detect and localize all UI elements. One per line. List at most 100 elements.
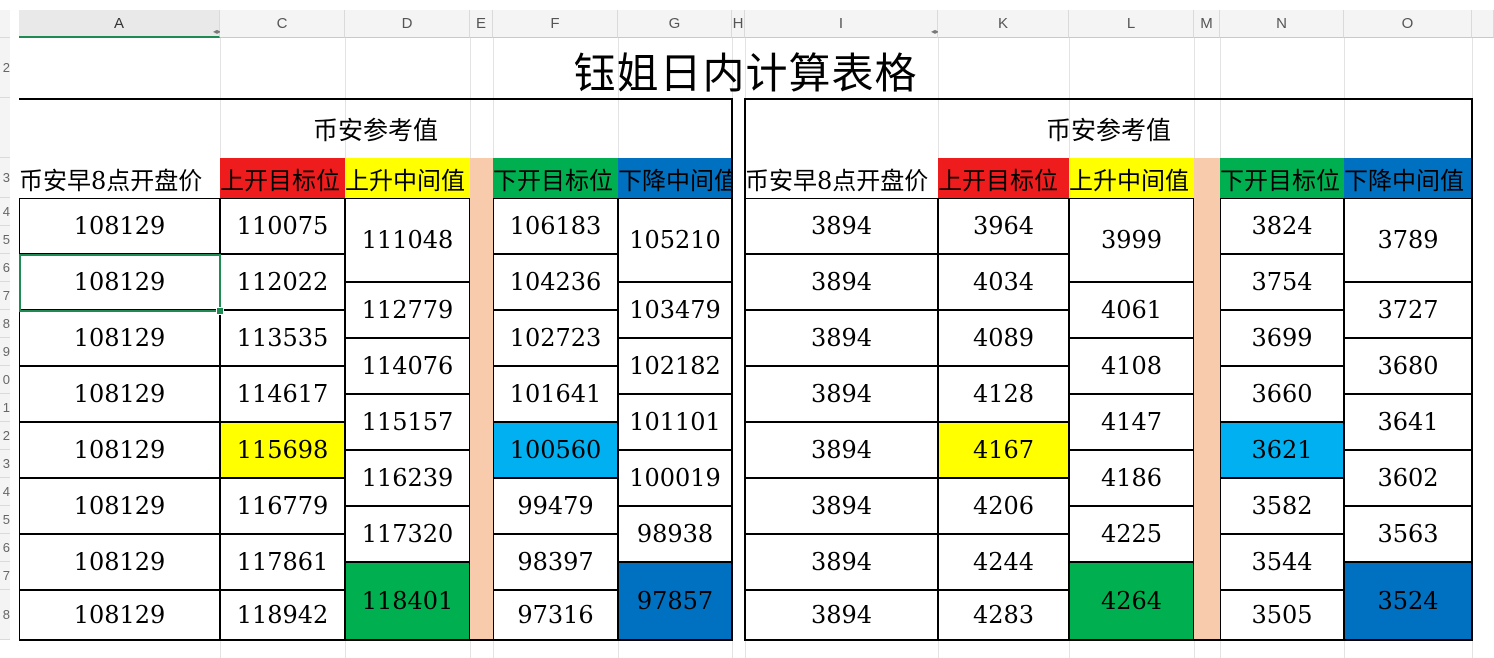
selected-cell[interactable]	[19, 254, 221, 312]
down-mid-cell[interactable]: 3563	[1344, 506, 1472, 562]
open-price-cell[interactable]: 3894	[745, 590, 938, 640]
open-price-cell[interactable]: 108129	[19, 478, 220, 534]
open-price-cell[interactable]: 108129	[19, 198, 220, 254]
up-target-cell[interactable]: 4128	[938, 366, 1069, 422]
row-header[interactable]: 2	[0, 422, 10, 450]
down-target-cell[interactable]: 3699	[1220, 310, 1344, 366]
col-header-I[interactable]: I	[745, 10, 938, 38]
open-price-cell[interactable]: 3894	[745, 478, 938, 534]
down-target-cell[interactable]: 104236	[493, 254, 618, 310]
up-mid-cell[interactable]: 111048	[345, 198, 470, 282]
header-open-price[interactable]: 币安早8点开盘价	[19, 158, 220, 198]
row-header[interactable]: 5	[0, 226, 10, 254]
down-target-cell[interactable]: 3621	[1220, 422, 1344, 478]
down-mid-cell[interactable]: 98938	[618, 506, 732, 562]
up-target-cell[interactable]: 4089	[938, 310, 1069, 366]
down-mid-cell[interactable]: 3789	[1344, 198, 1472, 282]
header-up-mid[interactable]: 上升中间值	[1069, 158, 1194, 198]
up-target-cell[interactable]: 4167	[938, 422, 1069, 478]
row-header[interactable]: 7	[0, 562, 10, 590]
header-up-target[interactable]: 上开目标位	[938, 158, 1069, 198]
up-mid-cell[interactable]: 112779	[345, 282, 470, 338]
row-header[interactable]: 9	[0, 338, 10, 366]
open-price-cell[interactable]: 108129	[19, 534, 220, 590]
up-mid-cell[interactable]: 3999	[1069, 198, 1194, 282]
down-target-cell[interactable]: 102723	[493, 310, 618, 366]
spreadsheet[interactable]: A ◂▸ C D E F G H I ◂▸ K L M N O 23456789…	[0, 0, 1494, 658]
down-mid-cell[interactable]: 3727	[1344, 282, 1472, 338]
down-target-cell[interactable]: 3754	[1220, 254, 1344, 310]
down-target-cell[interactable]: 101641	[493, 366, 618, 422]
up-target-cell[interactable]: 115698	[220, 422, 345, 478]
up-target-cell[interactable]: 4206	[938, 478, 1069, 534]
up-mid-cell[interactable]: 114076	[345, 338, 470, 394]
open-price-cell[interactable]: 108129	[19, 366, 220, 422]
up-target-cell[interactable]: 114617	[220, 366, 345, 422]
open-price-cell[interactable]: 3894	[745, 366, 938, 422]
down-target-cell[interactable]: 100560	[493, 422, 618, 478]
col-header-K[interactable]: K	[938, 10, 1069, 38]
row-header[interactable]: 3	[0, 158, 10, 198]
header-down-mid[interactable]: 下降中间值	[1344, 158, 1472, 198]
row-header[interactable]: 3	[0, 450, 10, 478]
up-target-cell[interactable]: 112022	[220, 254, 345, 310]
down-target-cell[interactable]: 3505	[1220, 590, 1344, 640]
col-header-G[interactable]: G	[618, 10, 732, 38]
row-header[interactable]	[0, 10, 10, 38]
col-header-O[interactable]: O	[1344, 10, 1472, 38]
open-price-cell[interactable]: 3894	[745, 254, 938, 310]
row-header[interactable]: 7	[0, 282, 10, 310]
header-down-target[interactable]: 下开目标位	[1220, 158, 1344, 198]
header-down-mid[interactable]: 下降中间值	[618, 158, 732, 198]
row-header[interactable]: 6	[0, 254, 10, 282]
down-mid-cell[interactable]: 102182	[618, 338, 732, 394]
col-header-A[interactable]: A	[19, 10, 220, 38]
col-header-H[interactable]: H	[732, 10, 745, 38]
sheet-title[interactable]: 钰姐日内计算表格	[19, 42, 1472, 98]
open-price-cell[interactable]: 3894	[745, 198, 938, 254]
down-mid-cell[interactable]: 97857	[618, 562, 732, 640]
down-mid-cell[interactable]: 3641	[1344, 394, 1472, 450]
up-target-cell[interactable]: 117861	[220, 534, 345, 590]
down-mid-cell[interactable]: 3524	[1344, 562, 1472, 640]
fill-handle[interactable]	[216, 307, 224, 315]
down-mid-cell[interactable]: 103479	[618, 282, 732, 338]
row-header[interactable]: 1	[0, 394, 10, 422]
up-target-cell[interactable]: 4034	[938, 254, 1069, 310]
down-mid-cell[interactable]: 100019	[618, 450, 732, 506]
down-target-cell[interactable]: 3544	[1220, 534, 1344, 590]
col-header-M[interactable]: M	[1194, 10, 1220, 38]
up-target-cell[interactable]: 110075	[220, 198, 345, 254]
up-mid-cell[interactable]: 115157	[345, 394, 470, 450]
up-target-cell[interactable]: 113535	[220, 310, 345, 366]
open-price-cell[interactable]: 3894	[745, 422, 938, 478]
row-header[interactable]: 4	[0, 198, 10, 226]
open-price-cell[interactable]: 108129	[19, 422, 220, 478]
up-mid-cell[interactable]: 4264	[1069, 562, 1194, 640]
down-mid-cell[interactable]: 3680	[1344, 338, 1472, 394]
down-target-cell[interactable]: 106183	[493, 198, 618, 254]
up-mid-cell[interactable]: 4186	[1069, 450, 1194, 506]
section-title[interactable]: 币安参考值	[19, 100, 732, 158]
row-header[interactable]: 8	[0, 310, 10, 338]
down-mid-cell[interactable]: 105210	[618, 198, 732, 282]
up-mid-cell[interactable]: 4147	[1069, 394, 1194, 450]
col-header-F[interactable]: F	[493, 10, 618, 38]
row-header[interactable]: 2	[0, 38, 10, 98]
open-price-cell[interactable]: 3894	[745, 310, 938, 366]
down-target-cell[interactable]: 3582	[1220, 478, 1344, 534]
header-open-price[interactable]: 币安早8点开盘价	[745, 158, 938, 198]
header-up-mid[interactable]: 上升中间值	[345, 158, 470, 198]
row-header[interactable]	[0, 98, 10, 158]
up-mid-cell[interactable]: 4225	[1069, 506, 1194, 562]
down-target-cell[interactable]: 97316	[493, 590, 618, 640]
up-target-cell[interactable]: 4283	[938, 590, 1069, 640]
down-mid-cell[interactable]: 101101	[618, 394, 732, 450]
open-price-cell[interactable]: 108129	[19, 590, 220, 640]
down-target-cell[interactable]: 99479	[493, 478, 618, 534]
down-mid-cell[interactable]: 3602	[1344, 450, 1472, 506]
row-header[interactable]: 4	[0, 478, 10, 506]
col-header-C[interactable]: C	[220, 10, 345, 38]
header-down-target[interactable]: 下开目标位	[493, 158, 618, 198]
up-mid-cell[interactable]: 117320	[345, 506, 470, 562]
